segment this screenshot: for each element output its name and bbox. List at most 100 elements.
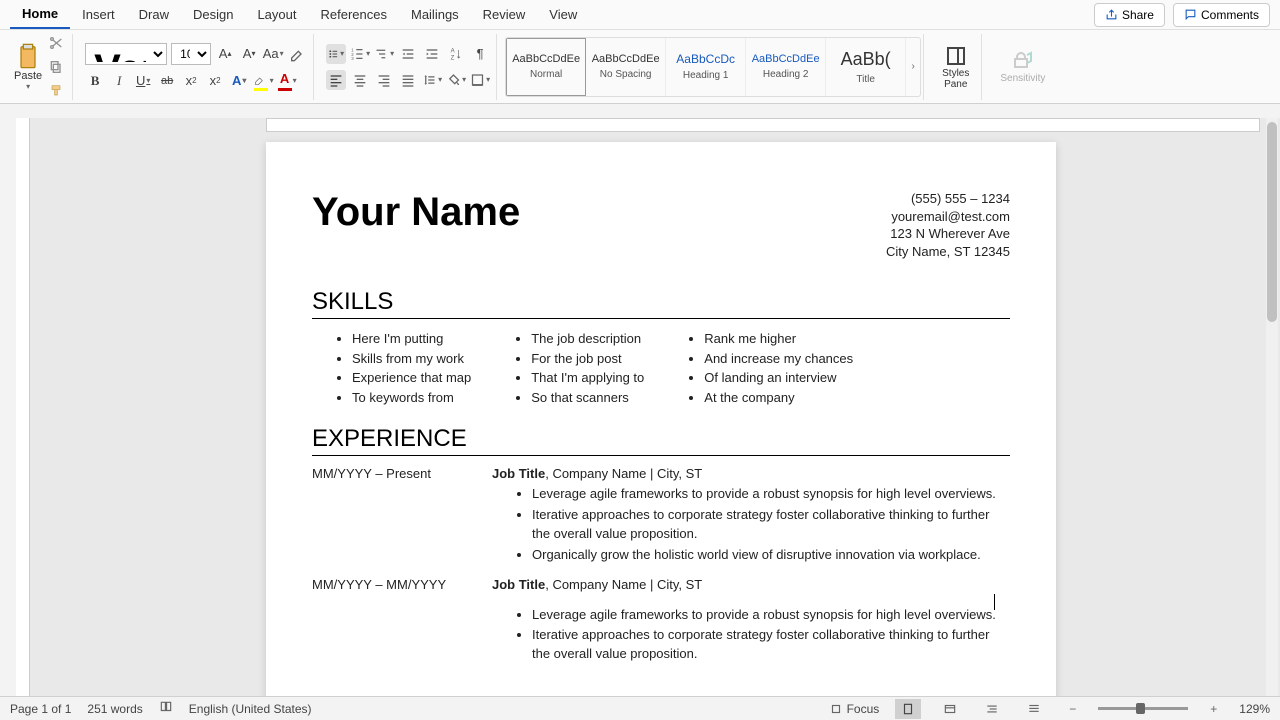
zoom-out-button[interactable]: − xyxy=(1063,702,1082,716)
outline-view[interactable] xyxy=(979,699,1005,719)
tab-mailings[interactable]: Mailings xyxy=(399,1,471,28)
copy-button[interactable] xyxy=(46,57,66,77)
tab-draw[interactable]: Draw xyxy=(127,1,181,28)
styles-pane-button[interactable]: Styles Pane xyxy=(936,44,975,90)
format-painter-button[interactable] xyxy=(46,81,66,101)
draft-view[interactable] xyxy=(1021,699,1047,719)
spacing-icon xyxy=(422,72,437,88)
scissors-icon xyxy=(48,35,64,51)
highlight-button[interactable] xyxy=(253,71,273,91)
change-case-button[interactable]: Aa xyxy=(263,44,283,64)
copy-icon xyxy=(48,59,64,75)
status-bar: Page 1 of 1 251 words English (United St… xyxy=(0,696,1280,720)
subscript-button[interactable]: x2 xyxy=(181,71,201,91)
font-color-button[interactable]: A xyxy=(277,71,297,91)
print-layout-view[interactable] xyxy=(895,699,921,719)
align-right-button[interactable] xyxy=(374,70,394,90)
tab-view[interactable]: View xyxy=(537,1,589,28)
align-left-icon xyxy=(328,72,344,88)
bucket-icon xyxy=(446,72,461,88)
skills-list: Here I'm puttingSkills from my workExper… xyxy=(312,329,1010,407)
align-left-button[interactable] xyxy=(326,70,346,90)
zoom-level[interactable]: 129% xyxy=(1239,702,1270,716)
align-center-icon xyxy=(352,72,368,88)
multilevel-list-button[interactable] xyxy=(374,44,394,64)
print-layout-icon xyxy=(901,702,915,716)
skills-heading: SKILLS xyxy=(312,288,1010,319)
shrink-font-button[interactable]: A▾ xyxy=(239,44,259,64)
bullets-icon xyxy=(328,46,339,62)
document-area: Your Name (555) 555 – 1234 youremail@tes… xyxy=(16,118,1280,696)
style-heading-2[interactable]: AaBbCcDdEeHeading 2 xyxy=(746,38,826,96)
align-right-icon xyxy=(376,72,392,88)
style-title[interactable]: AaBb(Title xyxy=(826,38,906,96)
scrollbar-vertical[interactable] xyxy=(1266,118,1278,696)
style-no-spacing[interactable]: AaBbCcDdEeNo Spacing xyxy=(586,38,666,96)
borders-button[interactable] xyxy=(470,70,490,90)
share-button[interactable]: Share xyxy=(1094,3,1165,27)
tab-home[interactable]: Home xyxy=(10,0,70,29)
comments-button[interactable]: Comments xyxy=(1173,3,1270,27)
svg-text:3: 3 xyxy=(351,56,354,61)
justify-button[interactable] xyxy=(398,70,418,90)
grow-font-button[interactable]: A▴ xyxy=(215,44,235,64)
page-indicator[interactable]: Page 1 of 1 xyxy=(10,702,71,716)
shading-button[interactable] xyxy=(446,70,466,90)
zoom-in-button[interactable]: + xyxy=(1204,702,1223,716)
increase-indent-button[interactable] xyxy=(422,44,442,64)
eraser-icon xyxy=(289,46,305,62)
decrease-indent-button[interactable] xyxy=(398,44,418,64)
text-effects-button[interactable]: A xyxy=(229,71,249,91)
superscript-button[interactable]: x2 xyxy=(205,71,225,91)
font-name-select[interactable]: Verdana xyxy=(85,43,167,65)
italic-button[interactable]: I xyxy=(109,71,129,91)
clipboard-icon xyxy=(14,42,42,70)
web-layout-view[interactable] xyxy=(937,699,963,719)
ruler-horizontal[interactable] xyxy=(266,118,1260,132)
bold-button[interactable]: B xyxy=(85,71,105,91)
zoom-slider[interactable] xyxy=(1098,707,1188,710)
borders-icon xyxy=(470,72,485,88)
strikethrough-button[interactable]: ab xyxy=(157,71,177,91)
clear-formatting-button[interactable] xyxy=(287,44,307,64)
outline-icon xyxy=(985,702,999,716)
style-heading-1[interactable]: AaBbCcDcHeading 1 xyxy=(666,38,746,96)
draft-icon xyxy=(1027,702,1041,716)
language-indicator[interactable]: English (United States) xyxy=(189,702,312,716)
indent-icon xyxy=(424,46,440,62)
web-layout-icon xyxy=(943,702,957,716)
align-center-button[interactable] xyxy=(350,70,370,90)
tab-layout[interactable]: Layout xyxy=(245,1,308,28)
tab-references[interactable]: References xyxy=(309,1,399,28)
word-count[interactable]: 251 words xyxy=(87,702,142,716)
bullets-button[interactable] xyxy=(326,44,346,64)
show-marks-button[interactable]: ¶ xyxy=(470,44,490,64)
comment-icon xyxy=(1184,8,1197,21)
highlighter-icon xyxy=(253,70,269,86)
paste-button[interactable]: Paste ▾ xyxy=(14,42,42,91)
more-styles-button[interactable]: › xyxy=(906,61,920,72)
sensitivity-button[interactable]: Sensitivity xyxy=(994,49,1051,84)
line-spacing-button[interactable] xyxy=(422,70,442,90)
tab-review[interactable]: Review xyxy=(471,1,538,28)
numbering-icon: 123 xyxy=(350,46,365,62)
page[interactable]: Your Name (555) 555 – 1234 youremail@tes… xyxy=(266,142,1056,696)
resume-name: Your Name xyxy=(312,190,520,235)
font-size-select[interactable]: 10 xyxy=(171,43,211,65)
numbering-button[interactable]: 123 xyxy=(350,44,370,64)
experience-entry: MM/YYYY – MM/YYYY Job Title, Company Nam… xyxy=(312,577,1010,667)
tab-insert[interactable]: Insert xyxy=(70,1,127,28)
focus-mode-button[interactable]: Focus xyxy=(829,702,880,716)
style-normal[interactable]: AaBbCcDdEeNormal xyxy=(506,38,586,96)
sensitivity-icon xyxy=(1011,49,1035,73)
spellcheck-button[interactable] xyxy=(159,700,173,717)
tab-bar: Home Insert Draw Design Layout Reference… xyxy=(0,0,1280,30)
underline-button[interactable]: U xyxy=(133,71,153,91)
sort-button[interactable]: AZ xyxy=(446,44,466,64)
ruler-vertical[interactable] xyxy=(16,118,30,696)
cut-button[interactable] xyxy=(46,33,66,53)
ribbon: Paste ▾ Verdana 10 A▴ A▾ Aa B I U ab xyxy=(0,30,1280,104)
tab-design[interactable]: Design xyxy=(181,1,245,28)
contact-block: (555) 555 – 1234 youremail@test.com 123 … xyxy=(886,190,1010,260)
share-icon xyxy=(1105,8,1118,21)
